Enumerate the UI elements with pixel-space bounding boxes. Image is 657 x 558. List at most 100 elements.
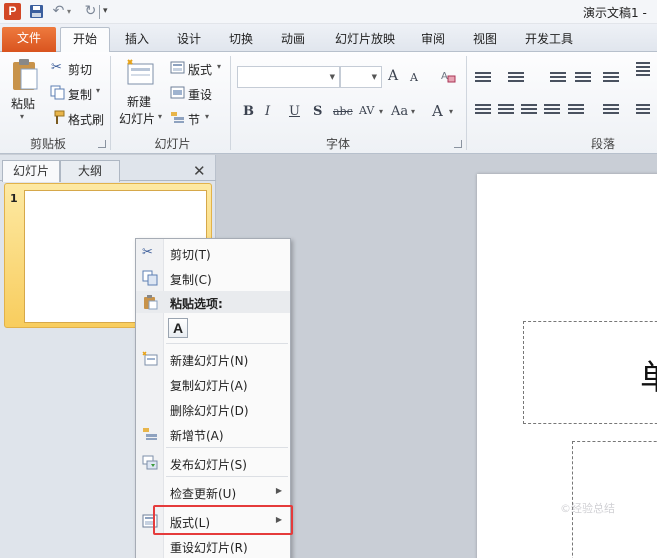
tab-insert[interactable]: 插入 (116, 28, 158, 52)
tab-view[interactable]: 视图 (464, 28, 506, 52)
tab-transitions[interactable]: 切换 (220, 28, 262, 52)
menu-item-new-slide[interactable]: 新建幻灯片(N) (136, 348, 290, 370)
paste-dropdown-icon[interactable]: ▾ (20, 112, 24, 121)
layout-icon[interactable] (170, 61, 185, 77)
menu-item-delete-slide[interactable]: 删除幻灯片(D) (136, 398, 290, 420)
menu-separator (166, 476, 288, 477)
paste-keep-text-only-button[interactable]: A (168, 318, 188, 338)
menu-item-duplicate-slide[interactable]: 复制幻灯片(A) (136, 373, 290, 395)
grow-font-button[interactable]: A (388, 68, 398, 84)
tab-home[interactable]: 开始 (60, 27, 110, 52)
svg-text:A: A (441, 71, 448, 82)
undo-icon[interactable]: ↶ (50, 3, 67, 20)
align-right-icon[interactable] (521, 104, 537, 118)
scissors-icon: ✂ (142, 245, 153, 260)
menu-item-check-updates[interactable]: 检查更新(U) ▶ (136, 481, 290, 503)
tab-animations[interactable]: 动画 (272, 28, 314, 52)
menu-separator (166, 447, 288, 448)
customize-qat-icon[interactable]: ▾ (103, 3, 113, 20)
watermark: ©经验总结 (560, 502, 615, 515)
submenu-arrow-icon: ▶ (275, 486, 282, 495)
shrink-font-button[interactable]: A (410, 71, 418, 84)
bold-button[interactable]: B (243, 104, 254, 119)
qat-separator (99, 5, 100, 19)
layout-dropdown-icon[interactable]: ▾ (217, 62, 221, 71)
paste-icon[interactable] (10, 58, 40, 95)
slide-number: 1 (10, 192, 18, 205)
format-painter-icon[interactable] (50, 110, 65, 128)
redo-icon[interactable]: ↻ (82, 3, 99, 20)
undo-dropdown-icon[interactable]: ▾ (67, 3, 76, 20)
tab-slides[interactable]: 幻灯片 (2, 160, 60, 182)
font-color-button[interactable]: A (432, 102, 443, 120)
section-dropdown-icon[interactable]: ▾ (205, 112, 209, 121)
decrease-indent-icon[interactable] (550, 72, 566, 86)
format-painter-button[interactable]: 格式刷 (68, 111, 104, 128)
close-icon[interactable]: ✕ (193, 162, 206, 180)
tab-outline[interactable]: 大纲 (60, 160, 120, 182)
character-spacing-button[interactable]: AV (359, 104, 374, 117)
title-text: 单 (640, 350, 657, 399)
text-shadow-button[interactable]: S (313, 104, 322, 119)
tab-review[interactable]: 审阅 (412, 28, 454, 52)
layout-button[interactable]: 版式 (188, 61, 212, 78)
underline-button[interactable]: U (289, 104, 300, 119)
copy-dropdown-icon[interactable]: ▾ (96, 86, 100, 95)
new-slide-button[interactable]: 幻灯片 (119, 110, 155, 127)
title-placeholder[interactable] (523, 321, 657, 424)
align-center-icon[interactable] (498, 104, 514, 118)
ribbon-tabs: 文件 开始 插入 设计 切换 动画 幻灯片放映 审阅 视图 开发工具 (0, 24, 657, 52)
copy-button[interactable]: 复制 (68, 86, 92, 103)
new-slide-dropdown-icon[interactable]: ▾ (158, 112, 162, 121)
distributed-icon[interactable] (568, 104, 584, 118)
align-text-icon[interactable] (636, 104, 650, 118)
menu-item-add-section[interactable]: 新增节(A) (136, 423, 290, 445)
clipboard-launcher-icon[interactable] (98, 140, 106, 148)
reset-button[interactable]: 重设 (188, 86, 212, 103)
change-case-button[interactable]: Aa (391, 104, 408, 119)
bullets-icon[interactable] (475, 72, 491, 86)
panel-tabs: 幻灯片 大纲 ✕ (0, 157, 216, 182)
justify-icon[interactable] (544, 104, 560, 118)
font-launcher-icon[interactable] (454, 140, 462, 148)
menu-item-reset-slide[interactable]: 重设幻灯片(R) (136, 535, 290, 557)
cut-button[interactable]: 剪切 (68, 61, 92, 78)
clear-formatting-icon[interactable]: A (440, 68, 456, 87)
align-left-icon[interactable] (475, 104, 491, 118)
text-direction-icon[interactable] (636, 62, 650, 82)
font-size-combo[interactable]: ▼ (340, 66, 382, 88)
new-slide-label-1[interactable]: 新建 (127, 93, 151, 110)
section-button[interactable]: 节 (188, 111, 200, 128)
menu-item-publish-slides[interactable]: 发布幻灯片(S) (136, 452, 290, 474)
scissors-icon[interactable]: ✂ (51, 60, 62, 75)
font-color-dropdown-icon[interactable]: ▾ (449, 107, 453, 116)
columns-icon[interactable] (603, 104, 619, 118)
strikethrough-button[interactable]: abc (333, 105, 353, 118)
font-name-combo[interactable]: ▼ (237, 66, 340, 88)
menu-item-cut[interactable]: ✂ 剪切(T) (136, 242, 290, 264)
copy-icon[interactable] (50, 85, 65, 103)
tab-file[interactable]: 文件 (2, 27, 56, 52)
section-icon[interactable] (170, 110, 185, 127)
tab-slideshow[interactable]: 幻灯片放映 (325, 28, 405, 52)
clipboard-group-label: 剪贴板 (29, 137, 66, 151)
italic-button[interactable]: I (265, 104, 270, 119)
save-icon[interactable] (28, 3, 45, 20)
powerpoint-logo-icon[interactable]: P (4, 3, 21, 20)
font-group-label: 字体 (325, 137, 350, 151)
group-separator (230, 56, 231, 150)
menu-item-copy[interactable]: 复制(C) (136, 267, 290, 289)
reset-slide-icon[interactable] (170, 86, 185, 102)
increase-indent-icon[interactable] (575, 72, 591, 86)
line-spacing-icon[interactable] (603, 72, 619, 86)
spacing-dropdown-icon[interactable]: ▾ (379, 107, 383, 116)
numbering-icon[interactable] (508, 72, 524, 86)
new-slide-icon[interactable] (125, 58, 155, 89)
publish-slides-icon (142, 455, 158, 471)
tab-design[interactable]: 设计 (168, 28, 210, 52)
chevron-down-icon: ▼ (371, 73, 377, 81)
chevron-down-icon: ▼ (329, 73, 335, 81)
case-dropdown-icon[interactable]: ▾ (411, 107, 415, 116)
tab-developer[interactable]: 开发工具 (518, 28, 580, 52)
paste-button[interactable]: 粘贴 (11, 95, 35, 112)
